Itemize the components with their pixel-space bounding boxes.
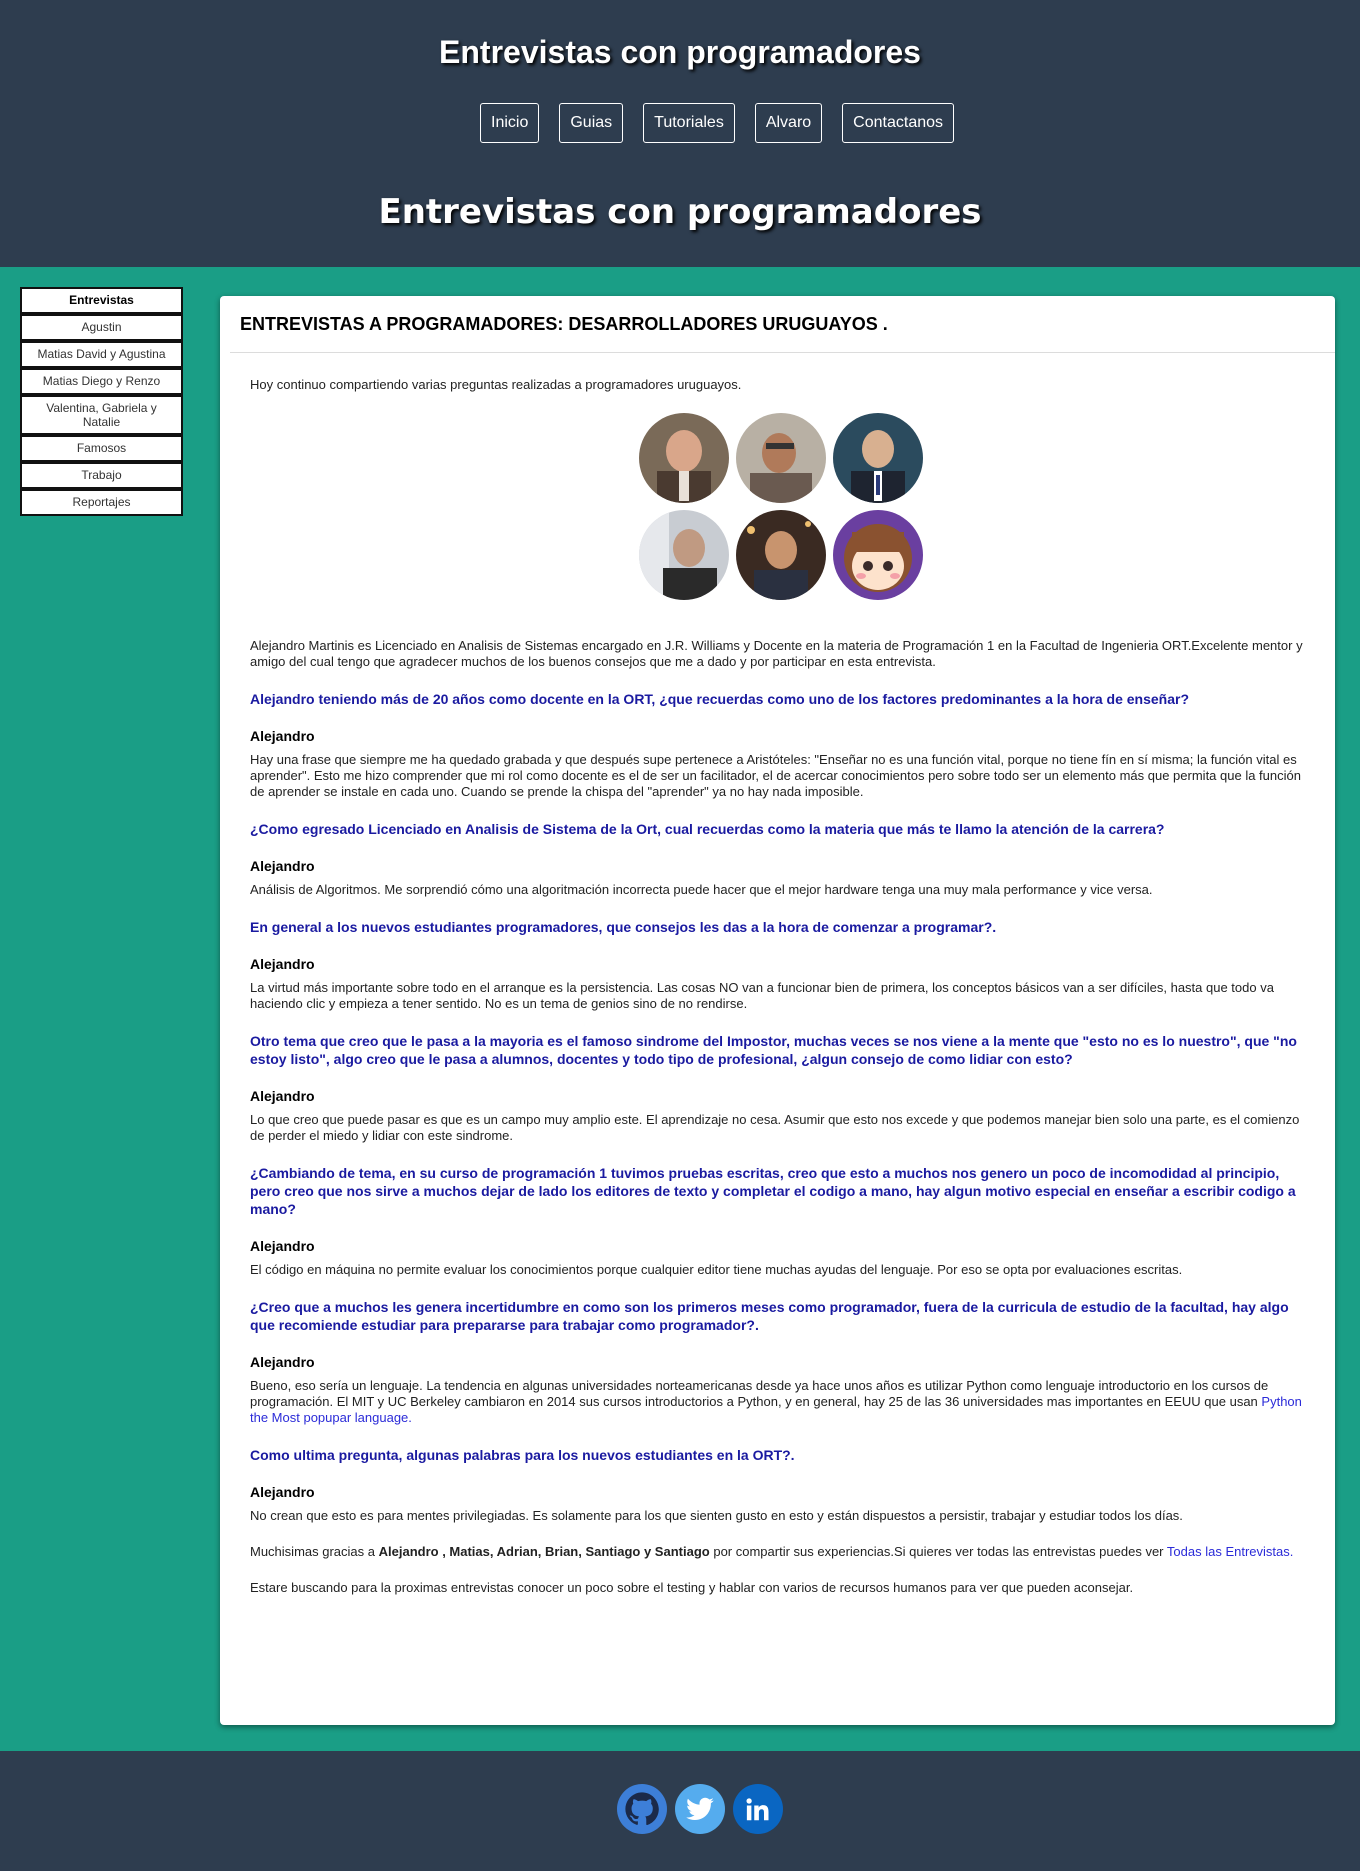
answer: Análisis de Algoritmos. Me sorprendió có… <box>250 882 1153 897</box>
question: ¿Como egresado Licenciado en Analisis de… <box>250 821 1165 837</box>
hero-title: Entrevistas con programadores <box>378 192 982 232</box>
answer: La virtud más importante sobre todo en e… <box>250 980 1274 1011</box>
avatar <box>735 413 826 503</box>
sidebar-item-entrevistas[interactable]: Entrevistas <box>20 287 183 314</box>
twitter-icon[interactable] <box>675 1784 725 1834</box>
speaker-name: Alejandro <box>250 1354 315 1370</box>
answer: Lo que creo que puede pasar es que es un… <box>250 1112 1300 1143</box>
article-card: ENTREVISTAS A PROGRAMADORES: DESARROLLAD… <box>220 296 1335 1725</box>
nav-inicio[interactable]: Inicio <box>480 103 540 143</box>
thanks-prefix: Muchisimas gracias a <box>250 1544 375 1559</box>
sidebar-item-valentina-gabriela-natalie[interactable]: Valentina, Gabriela y Natalie <box>20 395 183 435</box>
nav-alvaro[interactable]: Alvaro <box>754 103 823 143</box>
sidebar: Entrevistas Agustin Matias David y Agust… <box>20 287 183 516</box>
question: ¿Creo que a muchos les genera incertidum… <box>250 1299 1289 1333</box>
article-body: Hoy continuo compartiendo varias pregunt… <box>220 353 1335 1596</box>
sidebar-item-reportajes[interactable]: Reportajes <box>20 489 183 516</box>
sidebar-item-famosos[interactable]: Famosos <box>20 435 183 462</box>
speaker-name: Alejandro <box>250 728 315 744</box>
github-icon[interactable] <box>617 1784 667 1834</box>
speaker-name: Alejandro <box>250 858 315 874</box>
answer: No crean que esto es para mentes privile… <box>250 1508 1183 1523</box>
answer-text: Bueno, eso sería un lenguaje. La tendenc… <box>250 1378 1269 1409</box>
speaker-name: Alejandro <box>250 956 315 972</box>
site-header: Entrevistas con programadores Inicio Gui… <box>0 0 1360 267</box>
nav-guias[interactable]: Guias <box>559 103 624 143</box>
social-links <box>617 1784 783 1834</box>
avatar <box>832 510 923 600</box>
article-bio: Alejandro Martinis es Licenciado en Anal… <box>250 638 1303 669</box>
answer: Hay una frase que siempre me ha quedado … <box>250 752 1301 799</box>
thanks-suffix: por compartir sus experiencias.Si quiere… <box>713 1544 1164 1559</box>
sidebar-item-trabajo[interactable]: Trabajo <box>20 462 183 489</box>
speaker-name: Alejandro <box>250 1088 315 1104</box>
sidebar-item-agustin[interactable]: Agustin <box>20 314 183 341</box>
avatar <box>735 510 826 600</box>
sidebar-item-matias-david-agustina[interactable]: Matias David y Agustina <box>20 341 183 368</box>
linkedin-icon[interactable] <box>733 1784 783 1834</box>
question: Otro tema que creo que le pasa a la mayo… <box>250 1033 1297 1067</box>
all-interviews-link[interactable]: Todas las Entrevistas. <box>1167 1544 1293 1559</box>
avatar <box>638 413 729 503</box>
avatar <box>832 413 923 503</box>
question: Alejandro teniendo más de 20 años como d… <box>250 691 1190 707</box>
speaker-name: Alejandro <box>250 1484 315 1500</box>
closing-paragraph: Estare buscando para la proximas entrevi… <box>250 1580 1134 1595</box>
site-footer <box>0 1751 1360 1871</box>
answer: Bueno, eso sería un lenguaje. La tendenc… <box>250 1378 1311 1426</box>
question: En general a los nuevos estudiantes prog… <box>250 919 997 935</box>
sidebar-item-matias-diego-renzo[interactable]: Matias Diego y Renzo <box>20 368 183 395</box>
avatar <box>638 510 729 600</box>
nav-tutoriales[interactable]: Tutoriales <box>643 103 735 143</box>
nav-contactanos[interactable]: Contactanos <box>842 103 955 143</box>
question: Como ultima pregunta, algunas palabras p… <box>250 1447 795 1463</box>
site-title: Entrevistas con programadores <box>439 34 921 70</box>
thanks-names: Alejandro , Matias, Adrian, Brian, Santi… <box>378 1544 710 1559</box>
speaker-name: Alejandro <box>250 1238 315 1254</box>
main-nav: Inicio Guias Tutoriales Alvaro Contactan… <box>480 103 955 143</box>
article-intro: Hoy continuo compartiendo varias pregunt… <box>250 377 742 392</box>
answer: El código en máquina no permite evaluar … <box>250 1262 1183 1277</box>
question: ¿Cambiando de tema, en su curso de progr… <box>250 1165 1296 1217</box>
thanks-paragraph: Muchisimas gracias a Alejandro , Matias,… <box>250 1544 1311 1560</box>
article-title: ENTREVISTAS A PROGRAMADORES: DESARROLLAD… <box>230 296 1335 353</box>
interviewee-avatars <box>250 413 1311 600</box>
